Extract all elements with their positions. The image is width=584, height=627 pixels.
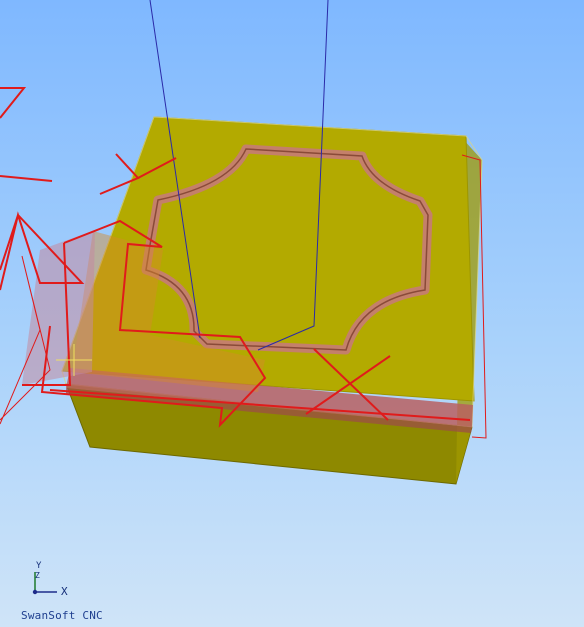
toolpath-left-horizontal (0, 175, 53, 182)
axis-y-label: Y (36, 561, 42, 571)
cnc-3d-viewport[interactable]: Y Z X SwanSoft CNC (0, 0, 584, 627)
axis-z-label: Z (35, 571, 40, 580)
cut-preview-region-pink (22, 230, 95, 385)
machining-scene (0, 0, 487, 595)
app-brand-label: SwanSoft CNC (21, 609, 103, 622)
axis-x-label: X (61, 585, 68, 598)
toolpath-top-left (0, 87, 27, 119)
